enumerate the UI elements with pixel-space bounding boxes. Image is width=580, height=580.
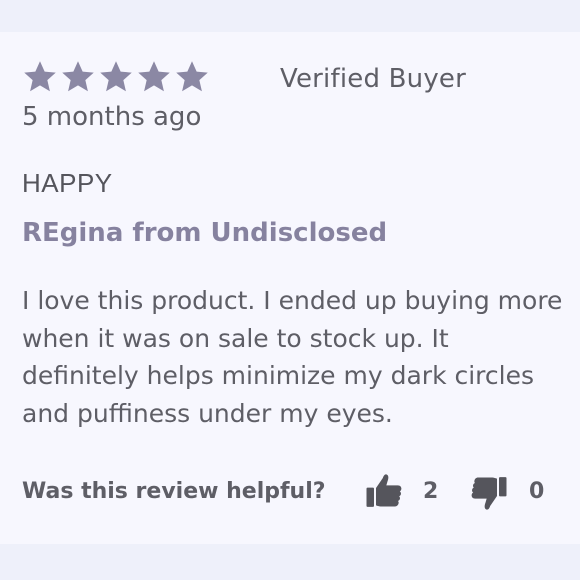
star-icon: [22, 58, 58, 96]
star-icon: [174, 58, 210, 96]
review-author: REgina from Undisclosed: [22, 218, 388, 248]
star-icon: [136, 58, 172, 96]
review-header: Verified Buyer: [22, 58, 562, 102]
star-icon: [60, 58, 96, 96]
review-date: 5 months ago: [22, 102, 202, 132]
helpful-up-count: 2: [423, 479, 439, 504]
thumbs-up-button[interactable]: [364, 471, 408, 517]
review-card: Verified Buyer 5 months ago HAPPY REgina…: [0, 32, 580, 544]
verified-buyer-badge: Verified Buyer: [280, 64, 467, 94]
thumbs-up-icon: [364, 471, 408, 511]
review-body: I love this product. I ended up buying m…: [22, 286, 563, 428]
thumbs-down-icon: [469, 473, 513, 513]
helpful-question: Was this review helpful?: [22, 479, 326, 504]
star-rating: [22, 58, 210, 96]
review-title: HAPPY: [22, 168, 113, 198]
thumbs-down-button[interactable]: [469, 473, 513, 519]
helpful-row: Was this review helpful? 2 0: [22, 469, 562, 515]
star-icon: [98, 58, 134, 96]
helpful-down-count: 0: [529, 479, 545, 504]
